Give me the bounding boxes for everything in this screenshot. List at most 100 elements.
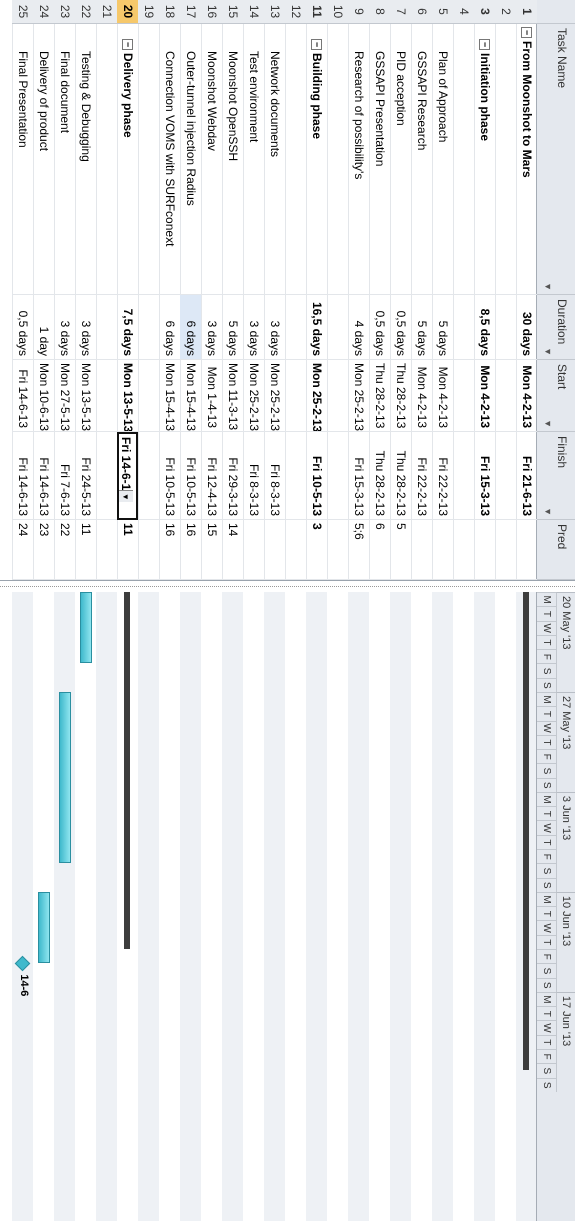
task-name-cell[interactable]: Outer-tunnel injection Radius — [180, 24, 201, 295]
project-summary-bar[interactable] — [523, 592, 529, 1071]
finish-cell[interactable]: Fri 10-5-13 — [306, 432, 327, 520]
row-number[interactable]: 5 — [432, 0, 453, 24]
finish-cell[interactable] — [453, 432, 474, 520]
task-name-cell[interactable]: GSSAPI Research — [411, 24, 432, 295]
table-row[interactable]: 7 PID acception 0,5 days Thu 28-2-13 Thu 28-… — [390, 0, 411, 580]
duration-cell[interactable] — [138, 295, 159, 360]
duration-cell[interactable]: 7,5 days — [117, 295, 138, 360]
task-name-cell[interactable] — [138, 24, 159, 295]
finish-cell[interactable]: Fri 22-2-13 — [411, 432, 432, 520]
row-number[interactable]: 1 — [516, 0, 537, 24]
duration-cell[interactable]: 5 days — [222, 295, 243, 360]
row-number[interactable]: 11 — [306, 0, 327, 24]
task-name-cell[interactable]: Connection VOMS with SURFconext — [159, 24, 180, 295]
sort-arrow-icon[interactable]: ▼ — [543, 419, 553, 428]
start-cell[interactable]: Mon 25-2-13 — [348, 360, 369, 432]
task-name-cell[interactable] — [327, 24, 348, 295]
duration-cell[interactable]: 3 days — [54, 295, 75, 360]
table-row[interactable]: 23 Final document 3 days Mon 27-5-13 Fri 7-6… — [54, 0, 75, 580]
predecessors-cell[interactable]: 11 — [75, 520, 96, 580]
table-row[interactable]: 10 — [327, 0, 348, 580]
start-cell[interactable]: Mon 4-2-13 — [516, 360, 537, 432]
table-row[interactable]: 5 Plan of Approach 5 days Mon 4-2-13 Fri 22-… — [432, 0, 453, 580]
finish-cell[interactable] — [495, 432, 516, 520]
finish-header[interactable]: Finish ▼ — [537, 432, 575, 520]
collapse-toggle-icon[interactable]: − — [121, 39, 133, 50]
predecessors-cell[interactable]: 16 — [180, 520, 201, 580]
duration-cell[interactable]: 3 days — [264, 295, 285, 360]
task-name-cell[interactable]: Final document — [54, 24, 75, 295]
gantt-chart[interactable]: 20 May '13 M T W T F S S 27 May '13 M T W T F S S 3 Jun … — [0, 592, 575, 1221]
duration-cell[interactable]: 0,5 days — [390, 295, 411, 360]
finish-cell[interactable]: Fri 10-5-13 — [180, 432, 201, 520]
task-name-cell[interactable]: Plan of Approach — [432, 24, 453, 295]
start-cell[interactable]: Mon 15-4-13 — [180, 360, 201, 432]
table-row[interactable]: 4 — [453, 0, 474, 580]
task-name-cell[interactable]: Moonshot Webdav — [201, 24, 222, 295]
row-number[interactable]: 14 — [243, 0, 264, 24]
table-row[interactable]: 13 Network documents 3 days Mon 25-2-13 Fri … — [264, 0, 285, 580]
table-row[interactable]: 3 − Initiation phase 8,5 days Mon 4-2-13 Fri … — [474, 0, 495, 580]
duration-cell[interactable] — [327, 295, 348, 360]
table-row[interactable]: 1 − From Moonshot to Mars 30 days Mon 4-2-13… — [516, 0, 537, 580]
predecessors-cell[interactable]: 14 — [222, 520, 243, 580]
start-cell[interactable]: Mon 4-2-13 — [474, 360, 495, 432]
row-number[interactable]: 3 — [474, 0, 495, 24]
finish-cell[interactable]: Fri 15-3-13 — [348, 432, 369, 520]
predecessors-cell[interactable] — [474, 520, 495, 580]
task-name-cell[interactable]: Moonshot OpenSSH — [222, 24, 243, 295]
start-cell[interactable] — [327, 360, 348, 432]
finish-cell[interactable]: Fri 15-3-13 — [474, 432, 495, 520]
task-name-cell[interactable]: − Building phase — [306, 24, 327, 295]
task-bar-delivery[interactable] — [38, 891, 50, 964]
finish-cell[interactable]: Fri 10-5-13 — [159, 432, 180, 520]
predecessors-cell[interactable]: 24 — [12, 520, 33, 580]
predecessors-cell[interactable]: 5;6 — [348, 520, 369, 580]
start-cell[interactable]: Mon 27-5-13 — [54, 360, 75, 432]
task-name-cell[interactable] — [453, 24, 474, 295]
duration-cell[interactable]: 1 day — [33, 295, 54, 360]
finish-cell[interactable]: Thu 28-2-13 — [390, 432, 411, 520]
predecessors-cell[interactable]: 16 — [159, 520, 180, 580]
table-row[interactable]: 14 Test environment 3 days Mon 25-2-13 Fri 8… — [243, 0, 264, 580]
task-name-cell[interactable]: Final Presentation — [12, 24, 33, 295]
row-number[interactable]: 9 — [348, 0, 369, 24]
row-number[interactable]: 8 — [369, 0, 390, 24]
finish-cell[interactable]: Fri 8-3-13 — [243, 432, 264, 520]
task-name-cell[interactable]: Network documents — [264, 24, 285, 295]
start-cell[interactable]: Thu 28-2-13 — [390, 360, 411, 432]
task-name-cell[interactable]: − Delivery phase — [117, 24, 138, 295]
start-cell[interactable]: Fri 14-6-13 — [12, 360, 33, 432]
start-cell[interactable]: Mon 13-5-13 — [117, 360, 138, 432]
predecessors-cell[interactable]: 5 — [390, 520, 411, 580]
finish-cell[interactable]: Fri 21-6-13 — [516, 432, 537, 520]
start-cell[interactable] — [96, 360, 117, 432]
table-row[interactable]: 25 Final Presentation 0,5 days Fri 14-6-13 F… — [12, 0, 33, 580]
start-cell[interactable]: Mon 13-5-13 — [75, 360, 96, 432]
row-number[interactable]: 12 — [285, 0, 306, 24]
predecessors-cell[interactable] — [96, 520, 117, 580]
delivery-phase-summary-bar[interactable] — [124, 592, 130, 949]
predecessors-cell[interactable] — [327, 520, 348, 580]
finish-cell[interactable]: Fri 14-6-13 — [12, 432, 33, 520]
duration-cell[interactable] — [495, 295, 516, 360]
row-number[interactable]: 16 — [201, 0, 222, 24]
finish-cell[interactable]: Fri 12-4-13 — [201, 432, 222, 520]
row-number[interactable]: 22 — [75, 0, 96, 24]
split-bar[interactable] — [0, 586, 575, 587]
start-cell[interactable]: Mon 11-3-13 — [222, 360, 243, 432]
table-row[interactable]: 17 Outer-tunnel injection Radius 6 days Mon… — [180, 0, 201, 580]
duration-cell[interactable]: 4 days — [348, 295, 369, 360]
table-row[interactable]: 2 — [495, 0, 516, 580]
finish-cell[interactable]: Fri 14-6-13 — [33, 432, 54, 520]
predecessors-cell[interactable] — [495, 520, 516, 580]
task-name-header[interactable]: Task Name ▼ — [537, 24, 575, 295]
predecessors-cell[interactable]: 3 — [306, 520, 327, 580]
table-row[interactable]: 11 − Building phase 16,5 days Mon 25-2-13 Fri… — [306, 0, 327, 580]
collapse-toggle-icon[interactable]: − — [478, 39, 490, 50]
start-cell[interactable]: Mon 15-4-13 — [159, 360, 180, 432]
task-bar-final-document[interactable] — [59, 691, 71, 864]
duration-cell[interactable]: 5 days — [432, 295, 453, 360]
start-cell[interactable]: Mon 25-2-13 — [264, 360, 285, 432]
task-name-cell[interactable]: − From Moonshot to Mars — [516, 24, 537, 295]
